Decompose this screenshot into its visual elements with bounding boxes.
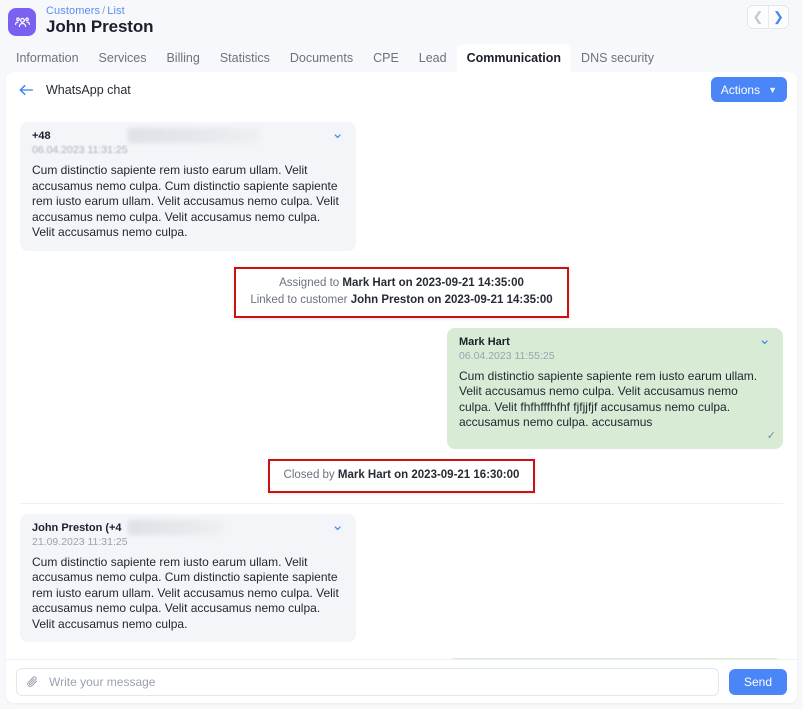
message-text: Cum distinctio sapiente rem iusto earum … (32, 163, 339, 239)
tab-bar: Information Services Billing Statistics Docu… (0, 44, 803, 72)
message-header: John Preston (+4 21.09.2023 11:31:25 ⌄ (32, 518, 344, 549)
message-timestamp: 21.09.2023 11:31:25 (32, 535, 128, 548)
paperclip-icon[interactable] (25, 675, 39, 689)
tab-statistics[interactable]: Statistics (210, 44, 280, 72)
breadcrumb: Customers / List (46, 6, 153, 17)
message-text: Cum distinctio sapiente rem iusto earum … (32, 554, 339, 631)
annotation-row: Assigned to Mark Hart on 2023-09-21 14:3… (6, 266, 797, 318)
chevron-down-icon[interactable]: ⌄ (331, 518, 344, 533)
message-stream[interactable]: +48 06.04.2023 11:31:25 ⌄ Cum distinctio sa… (6, 108, 797, 659)
page-header: Customers / List John Preston ❮ ❯ (0, 0, 803, 44)
message-input[interactable] (47, 673, 710, 690)
linked-customer-line: Linked to customer John Preston on 2023-… (250, 292, 552, 309)
message-meta: +48 06.04.2023 11:31:25 (32, 128, 260, 157)
breadcrumb-current[interactable]: List (107, 5, 125, 17)
message-row: Mark Hart06.04.2023 11:55:25⌄Cum distinc… (6, 658, 797, 659)
message-bubble-outgoing: Mark Hart06.04.2023 11:55:25⌄Cum distinc… (447, 658, 783, 659)
message-row: +48 06.04.2023 11:31:25 ⌄ Cum distinctio sa… (6, 122, 797, 251)
message-row: Mark Hart06.04.2023 11:55:25 ⌄ Cum distinc… (6, 327, 797, 449)
message-header: +48 06.04.2023 11:31:25 ⌄ (32, 126, 344, 157)
assignment-annotation: Assigned to Mark Hart on 2023-09-21 14:3… (234, 266, 569, 318)
linked-customer-value: John Preston on 2023-09-21 14:35:00 (350, 293, 553, 306)
message-bubble-outgoing: Mark Hart06.04.2023 11:55:25 ⌄ Cum distinc… (447, 327, 783, 449)
tab-dns-security[interactable]: DNS security (571, 44, 664, 72)
message-timestamp: 06.04.2023 11:55:25 (459, 349, 555, 362)
closed-by-value: Mark Hart on 2023-09-21 16:30:00 (337, 468, 520, 481)
annotation-row: Closed by Mark Hart on 2023-09-21 16:30:… (6, 458, 797, 493)
message-meta: Mark Hart 06.04.2023 11:55:25 (459, 336, 555, 363)
message-sender: +48 (32, 128, 260, 143)
message-meta: John Preston (+4 21.09.2023 11:31:25 (32, 519, 223, 549)
chevron-down-icon[interactable]: ⌄ (758, 332, 771, 347)
message-sender: Mark Hart (459, 335, 510, 348)
closed-annotation: Closed by Mark Hart on 2023-09-21 16:30:… (267, 458, 536, 493)
delivery-status-icon: ✓ (766, 430, 776, 442)
chat-title: WhatsApp chat (46, 83, 131, 97)
breadcrumb-separator: / (102, 5, 106, 17)
closed-by-prefix: Closed by (283, 468, 338, 481)
closed-by-line: Closed by Mark Hart on 2023-09-21 16:30:… (284, 467, 520, 484)
message-header: Mark Hart 06.04.2023 11:55:25 ⌄ (459, 332, 771, 363)
record-nav: ❮ ❯ (747, 5, 789, 29)
people-group-icon (8, 8, 36, 36)
linked-customer-prefix: Linked to customer (250, 293, 351, 306)
actions-button[interactable]: Actions ▼ (710, 77, 787, 102)
assigned-to-prefix: Assigned to (279, 276, 343, 289)
page-title: John Preston (46, 17, 154, 36)
tab-lead[interactable]: Lead (409, 44, 457, 72)
tab-billing[interactable]: Billing (156, 44, 209, 72)
chat-toolbar: WhatsApp chat Actions ▼ (6, 72, 797, 108)
chevron-left-icon[interactable]: ❮ (748, 6, 768, 28)
message-text: Cum distinctio sapiente sapiente rem ius… (459, 368, 758, 430)
message-bubble-incoming: John Preston (+4 21.09.2023 11:31:25 ⌄ Cum … (20, 513, 356, 642)
tab-cpe[interactable]: CPE (363, 44, 409, 72)
communication-panel: WhatsApp chat Actions ▼ +48 06.04.2023 11… (6, 72, 797, 703)
app-root: Customers / List John Preston ❮ ❯ Informat… (0, 0, 803, 709)
arrow-left-icon[interactable] (18, 83, 34, 97)
chevron-down-icon[interactable]: ⌄ (331, 126, 344, 141)
message-composer: Send (6, 659, 797, 703)
header-title-group: Customers / List John Preston (46, 5, 154, 36)
message-bubble-incoming: +48 06.04.2023 11:31:25 ⌄ Cum distinctio sa… (20, 122, 356, 251)
actions-button-label: Actions (720, 82, 761, 97)
assigned-to-line: Assigned to Mark Hart on 2023-09-21 14:3… (250, 275, 552, 292)
message-input-wrap[interactable] (16, 667, 719, 696)
tab-information[interactable]: Information (6, 44, 89, 72)
tab-services[interactable]: Services (89, 44, 157, 72)
message-row: John Preston (+4 21.09.2023 11:31:25 ⌄ Cum … (6, 513, 797, 642)
message-timestamp: 06.04.2023 11:31:25 (32, 144, 128, 156)
tab-communication[interactable]: Communication (456, 44, 572, 72)
assigned-to-value: Mark Hart on 2023-09-21 14:35:00 (342, 276, 524, 289)
redaction-overlay (127, 519, 223, 535)
chevron-right-icon[interactable]: ❯ (768, 6, 788, 28)
message-sender: John Preston (+4 (32, 519, 223, 535)
send-button[interactable]: Send (728, 668, 787, 695)
redaction-overlay (127, 128, 260, 143)
chevron-down-icon: ▼ (768, 84, 777, 95)
breadcrumb-root[interactable]: Customers (46, 5, 100, 17)
tab-documents[interactable]: Documents (280, 44, 363, 72)
